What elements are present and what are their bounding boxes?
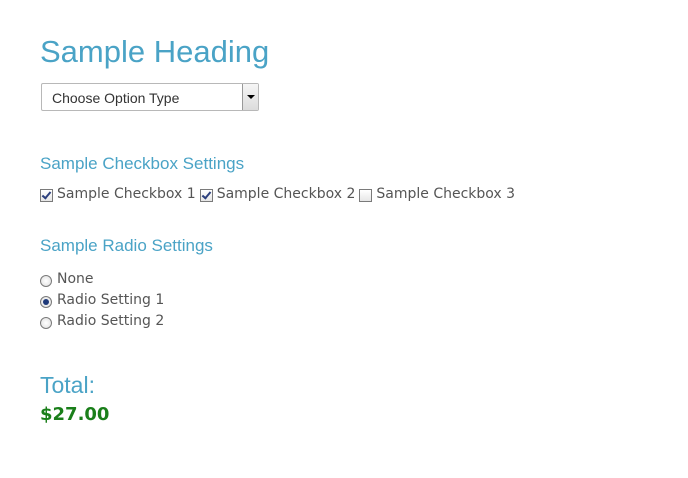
radio-section-title: Sample Radio Settings <box>40 236 213 255</box>
radio-setting-2[interactable] <box>40 316 52 329</box>
radio-item-setting-1[interactable]: Radio Setting 1 <box>40 289 164 310</box>
option-type-select[interactable]: Choose Option Type <box>41 83 259 111</box>
checkbox-group: Sample Checkbox 1 Sample Checkbox 2 Samp… <box>40 186 519 202</box>
radio-item-none[interactable]: None <box>40 268 164 289</box>
checkbox-label-1: Sample Checkbox 1 <box>57 186 196 202</box>
page-heading: Sample Heading <box>40 34 270 69</box>
radio-none[interactable] <box>40 274 52 287</box>
checkbox-label-3: Sample Checkbox 3 <box>376 186 516 202</box>
checkbox-1[interactable] <box>40 188 53 202</box>
radio-item-setting-2[interactable]: Radio Setting 2 <box>40 310 164 331</box>
checkbox-2[interactable] <box>199 188 213 202</box>
chevron-down-icon <box>247 95 255 99</box>
total-label: Total: <box>40 372 95 398</box>
form-container: Sample Heading Choose Option Type Sample… <box>40 0 688 478</box>
option-type-select-value: Choose Option Type <box>52 90 180 106</box>
total-value: $27.00 <box>40 404 110 425</box>
radio-label-setting-1: Radio Setting 1 <box>57 291 165 308</box>
radio-label-none: None <box>57 270 94 287</box>
checkbox-item-3[interactable]: Sample Checkbox 3 <box>359 186 515 202</box>
checkbox-label-2: Sample Checkbox 2 <box>216 186 356 202</box>
radio-label-setting-2: Radio Setting 2 <box>57 312 165 329</box>
checkbox-section-title: Sample Checkbox Settings <box>40 154 245 173</box>
radio-group: None Radio Setting 1 Radio Setting 2 <box>40 268 164 331</box>
checkbox-item-1[interactable]: Sample Checkbox 1 <box>40 186 196 202</box>
checkbox-item-2[interactable]: Sample Checkbox 2 <box>199 186 356 202</box>
radio-setting-1[interactable] <box>40 295 52 308</box>
select-dropdown-button[interactable] <box>242 84 258 110</box>
checkbox-3[interactable] <box>359 188 373 202</box>
